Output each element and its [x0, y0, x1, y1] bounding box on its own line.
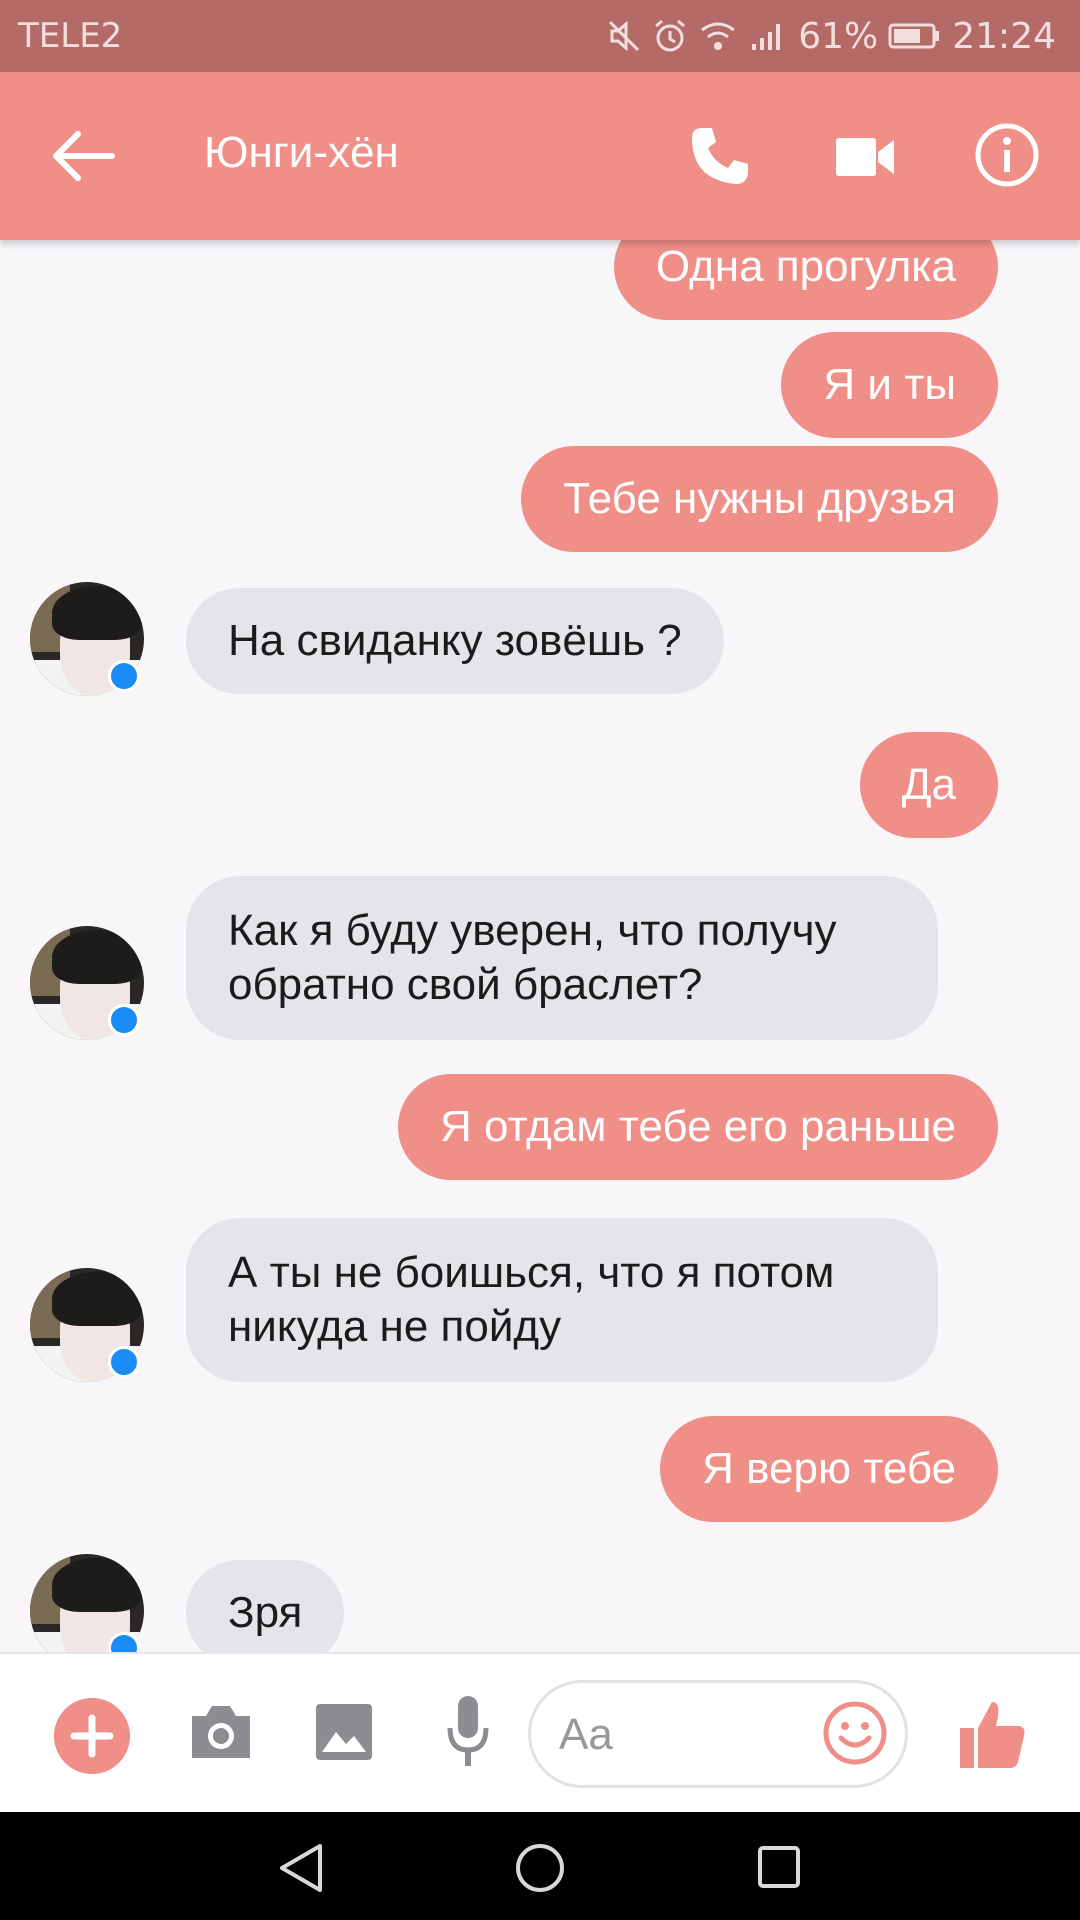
battery-icon: [888, 23, 940, 49]
back-arrow-icon[interactable]: [52, 128, 116, 184]
nav-home-icon[interactable]: [514, 1842, 566, 1894]
emoji-icon[interactable]: [822, 1700, 888, 1766]
messenger-badge-icon: [108, 660, 140, 692]
battery-percent: 61%: [798, 15, 879, 57]
navigation-bar: [0, 1812, 1080, 1920]
gallery-icon[interactable]: [314, 1702, 374, 1762]
alarm-icon: [655, 19, 686, 52]
message-incoming[interactable]: Зря: [186, 1560, 345, 1652]
mute-icon: [609, 20, 640, 52]
carrier-label: TELE2: [18, 16, 123, 56]
message-outgoing[interactable]: Тебе нужны друзья: [521, 446, 998, 552]
thumbs-up-icon[interactable]: [958, 1698, 1028, 1770]
plus-icon[interactable]: [54, 1698, 130, 1774]
signal-icon: [752, 24, 781, 50]
status-bar: TELE2 61% 21:24: [0, 0, 1080, 72]
contact-name[interactable]: Юнги-хён: [204, 128, 399, 178]
message-outgoing[interactable]: Одна прогулка: [613, 240, 998, 320]
info-icon[interactable]: [974, 122, 1040, 188]
messenger-badge-icon: [108, 1346, 140, 1378]
message-input[interactable]: [559, 1705, 809, 1765]
message-outgoing[interactable]: Я отдам тебе его раньше: [397, 1074, 998, 1180]
message-outgoing[interactable]: Я верю тебе: [660, 1416, 998, 1522]
phone-icon[interactable]: [688, 124, 752, 188]
message-outgoing[interactable]: Я и ты: [781, 332, 998, 438]
microphone-icon[interactable]: [446, 1694, 490, 1770]
message-incoming[interactable]: На свиданку зовёшь ?: [186, 588, 724, 694]
message-incoming[interactable]: Как я буду уверен, что получу обратно св…: [186, 876, 938, 1040]
message-outgoing[interactable]: Да: [859, 732, 998, 838]
wifi-icon: [701, 22, 736, 50]
chat-header: Юнги-хён: [0, 72, 1080, 240]
composer-bar: [0, 1652, 1080, 1812]
camera-icon[interactable]: [188, 1702, 254, 1762]
clock: 21:24: [952, 15, 1056, 57]
nav-back-icon[interactable]: [276, 1842, 326, 1894]
status-icons: 61% 21:24: [606, 12, 1056, 60]
nav-recent-apps-icon[interactable]: [756, 1844, 802, 1890]
video-camera-icon[interactable]: [834, 132, 896, 182]
message-list[interactable]: Одна прогулка Я и ты Тебе нужны друзья Н…: [0, 240, 1080, 1652]
message-incoming[interactable]: А ты не боишься, что я потом никуда не п…: [186, 1218, 938, 1382]
messenger-badge-icon: [108, 1004, 140, 1036]
